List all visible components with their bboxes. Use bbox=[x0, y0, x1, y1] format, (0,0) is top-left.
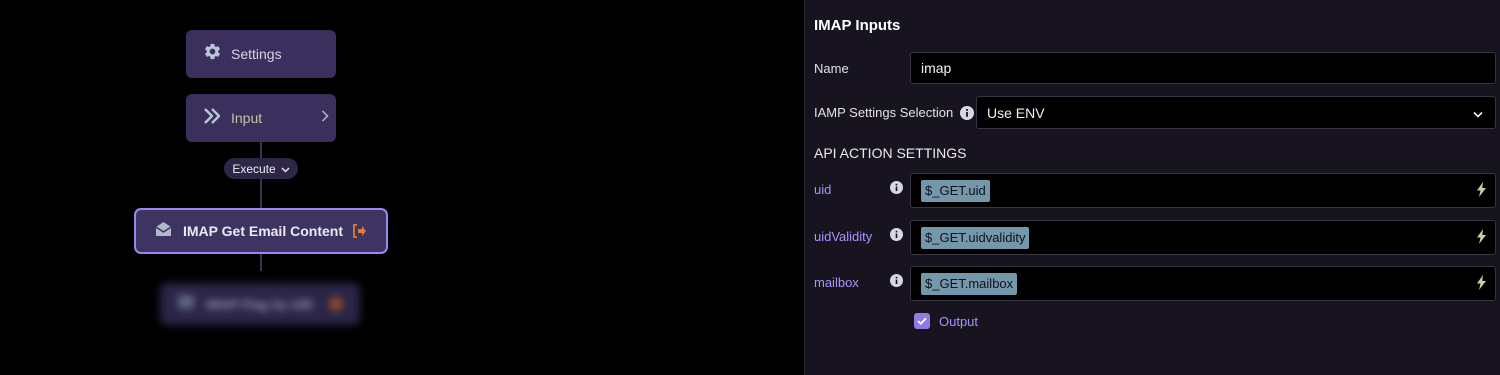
output-checkbox[interactable] bbox=[914, 313, 930, 329]
exit-icon bbox=[330, 298, 342, 310]
blurred-next-node: IMAP Flag by UID bbox=[160, 283, 360, 325]
envelope-open-icon bbox=[155, 221, 172, 242]
chevron-right-icon[interactable] bbox=[321, 109, 329, 128]
uidvalidity-label: uidValidity bbox=[814, 229, 873, 244]
blurred-node-label: IMAP Flag by UID bbox=[206, 296, 314, 312]
connector-line bbox=[260, 179, 262, 208]
mailbox-input[interactable]: $_GET.mailbox bbox=[910, 266, 1496, 301]
envelope-icon bbox=[178, 294, 194, 314]
name-value: imap bbox=[921, 60, 952, 76]
mailbox-label: mailbox bbox=[814, 275, 859, 290]
settings-node-label: Settings bbox=[231, 46, 282, 62]
settings-node[interactable]: Settings bbox=[186, 30, 336, 78]
settings-selection-label: IAMP Settings Selection bbox=[814, 105, 975, 120]
input-node[interactable]: Input bbox=[186, 94, 336, 142]
execute-label: Execute bbox=[232, 161, 276, 176]
double-chevron-right-icon bbox=[203, 107, 222, 129]
uid-value-chip: $_GET.uid bbox=[921, 179, 990, 202]
info-icon[interactable] bbox=[890, 181, 903, 199]
imap-get-email-content-node[interactable]: IMAP Get Email Content bbox=[134, 208, 388, 254]
input-node-label: Input bbox=[231, 110, 263, 126]
name-label: Name bbox=[814, 61, 849, 76]
execute-dropdown[interactable]: Execute bbox=[224, 158, 298, 179]
lightning-icon[interactable] bbox=[1477, 181, 1486, 200]
panel-title: IMAP Inputs bbox=[814, 17, 901, 34]
info-icon[interactable] bbox=[890, 274, 903, 292]
chevron-down-icon bbox=[281, 162, 290, 176]
chevron-down-icon bbox=[1473, 105, 1483, 121]
uid-input[interactable]: $_GET.uid bbox=[910, 173, 1496, 208]
uid-label: uid bbox=[814, 182, 832, 197]
properties-panel: IMAP Inputs Name imap IAMP Settings Sele… bbox=[804, 0, 1500, 375]
info-icon[interactable] bbox=[960, 105, 975, 120]
output-checkbox-row[interactable]: Output bbox=[914, 313, 978, 329]
main-node-label: IMAP Get Email Content bbox=[183, 223, 343, 239]
connector-line bbox=[260, 142, 262, 158]
connector-line bbox=[260, 254, 262, 271]
uidvalidity-input[interactable]: $_GET.uidvalidity bbox=[910, 220, 1496, 255]
lightning-icon[interactable] bbox=[1477, 274, 1486, 293]
gear-icon bbox=[203, 42, 222, 66]
lightning-icon[interactable] bbox=[1477, 228, 1486, 247]
flow-canvas[interactable]: Settings Input Execute IMAP Get Email Co… bbox=[0, 0, 805, 375]
settings-selection-value: Use ENV bbox=[987, 104, 1045, 121]
settings-selection-label-text: IAMP Settings Selection bbox=[814, 105, 954, 120]
info-icon[interactable] bbox=[890, 228, 903, 246]
settings-selection-dropdown[interactable]: Use ENV bbox=[976, 96, 1496, 129]
exit-icon[interactable] bbox=[352, 224, 367, 243]
uidvalidity-value-chip: $_GET.uidvalidity bbox=[921, 226, 1030, 249]
mailbox-value-chip: $_GET.mailbox bbox=[921, 272, 1018, 295]
output-label: Output bbox=[939, 313, 979, 329]
name-input[interactable]: imap bbox=[910, 52, 1496, 84]
api-action-settings-heading: API ACTION SETTINGS bbox=[814, 145, 967, 161]
